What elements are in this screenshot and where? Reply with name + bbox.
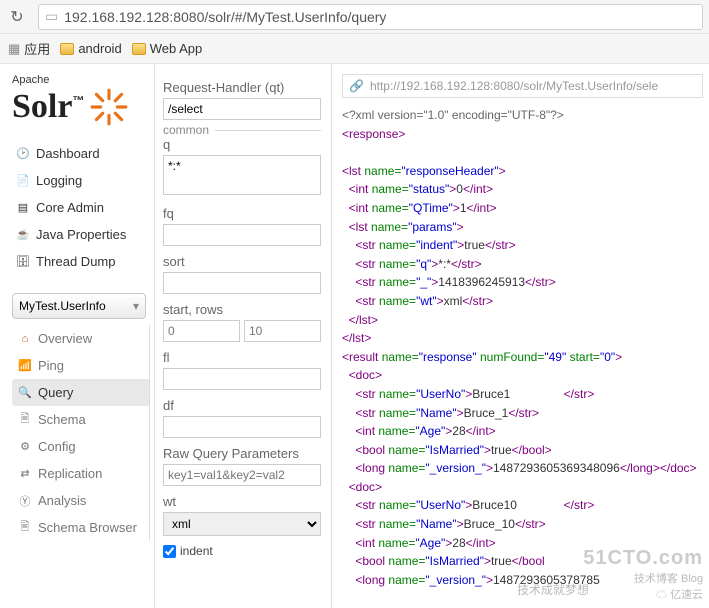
replication-icon: ⇄	[18, 467, 32, 481]
thread-icon: 🗄	[16, 255, 30, 269]
folder-icon	[60, 43, 74, 55]
solr-logo: Apache Solr™	[12, 74, 150, 128]
subnav-config[interactable]: ⚙Config	[12, 433, 149, 460]
raw-input[interactable]	[163, 464, 321, 486]
subnav-schema[interactable]: 🖹Schema	[12, 406, 149, 433]
url-text: 192.168.192.128:8080/solr/#/MyTest.UserI…	[64, 9, 386, 25]
analysis-icon: Ⓨ	[18, 494, 32, 508]
log-icon: 📄	[16, 174, 30, 188]
q-input[interactable]: *:*	[163, 155, 321, 195]
label-df: df	[163, 398, 321, 413]
gear-icon: ⚙	[18, 440, 32, 454]
reload-button[interactable]: ↻	[6, 7, 28, 27]
result-url-text: http://192.168.192.128:8080/solr/MyTest.…	[370, 79, 658, 93]
java-icon: ☕	[16, 228, 30, 242]
logo-apache: Apache	[12, 74, 150, 86]
gauge-icon: 🕑	[16, 147, 30, 161]
sun-icon	[88, 86, 130, 128]
label-fl: fl	[163, 350, 321, 365]
label-sort: sort	[163, 254, 321, 269]
fq-input[interactable]	[163, 224, 321, 246]
nav-dashboard[interactable]: 🕑Dashboard	[12, 140, 150, 167]
address-bar[interactable]: ▭ 192.168.192.128:8080/solr/#/MyTest.Use…	[38, 4, 703, 30]
core-selector-value: MyTest.UserInfo	[19, 299, 106, 313]
subnav-analysis[interactable]: ⓎAnalysis	[12, 487, 149, 514]
core-icon: ▤	[16, 201, 30, 215]
ping-icon: 📶	[18, 359, 32, 373]
common-divider: common	[163, 130, 321, 131]
sort-input[interactable]	[163, 272, 321, 294]
logo-solr: Solr™	[12, 88, 84, 126]
subnav-overview[interactable]: ⌂Overview	[12, 325, 149, 352]
bookmark-android[interactable]: android	[60, 41, 121, 56]
bookmark-webapp[interactable]: Web App	[132, 41, 203, 56]
subnav-query[interactable]: 🔍Query	[12, 379, 149, 406]
nav-threaddump[interactable]: 🗄Thread Dump	[12, 248, 150, 275]
nav-javaprops[interactable]: ☕Java Properties	[12, 221, 150, 248]
label-fq: fq	[163, 206, 321, 221]
nav-logging[interactable]: 📄Logging	[12, 167, 150, 194]
browser-icon: 🖹	[18, 521, 32, 535]
home-icon: ⌂	[18, 332, 32, 346]
chevron-down-icon: ▾	[133, 299, 139, 313]
main-nav: 🕑Dashboard 📄Logging ▤Core Admin ☕Java Pr…	[12, 140, 150, 275]
search-icon: 🔍	[18, 386, 32, 400]
core-nav: ⌂Overview 📶Ping 🔍Query 🖹Schema ⚙Config ⇄…	[12, 325, 150, 541]
indent-checkbox[interactable]	[163, 545, 176, 558]
start-input[interactable]	[163, 320, 240, 342]
rows-input[interactable]	[244, 320, 321, 342]
label-request-handler: Request-Handler (qt)	[163, 80, 321, 95]
core-selector[interactable]: MyTest.UserInfo ▾	[12, 293, 146, 319]
sidebar: Apache Solr™ 🕑Dashboard 📄Logging ▤Core A…	[0, 64, 154, 608]
subnav-schemabrowser[interactable]: 🖹Schema Browser	[12, 514, 149, 541]
fl-input[interactable]	[163, 368, 321, 390]
result-url[interactable]: 🔗 http://192.168.192.128:8080/solr/MyTes…	[342, 74, 703, 98]
folder-icon	[132, 43, 146, 55]
result-panel: 🔗 http://192.168.192.128:8080/solr/MyTes…	[332, 64, 709, 608]
subnav-replication[interactable]: ⇄Replication	[12, 460, 149, 487]
label-raw: Raw Query Parameters	[163, 446, 321, 461]
label-start-rows: start, rows	[163, 302, 321, 317]
link-icon: 🔗	[349, 79, 364, 93]
label-indent: indent	[180, 544, 213, 558]
page-icon: ▭	[45, 8, 58, 25]
wt-select[interactable]: xml	[163, 512, 321, 536]
bookmark-apps[interactable]: ▦应用	[8, 39, 50, 58]
request-handler-input[interactable]	[163, 98, 321, 120]
xml-output: <?xml version="1.0" encoding="UTF-8"?> <…	[342, 106, 703, 589]
query-form: Request-Handler (qt) common q *:* fq sor…	[154, 64, 332, 608]
nav-coreadmin[interactable]: ▤Core Admin	[12, 194, 150, 221]
label-q: q	[163, 137, 321, 152]
df-input[interactable]	[163, 416, 321, 438]
subnav-ping[interactable]: 📶Ping	[12, 352, 149, 379]
bookmarks-bar: ▦应用 android Web App	[0, 34, 709, 64]
label-wt: wt	[163, 494, 321, 509]
schema-icon: 🖹	[18, 413, 32, 427]
